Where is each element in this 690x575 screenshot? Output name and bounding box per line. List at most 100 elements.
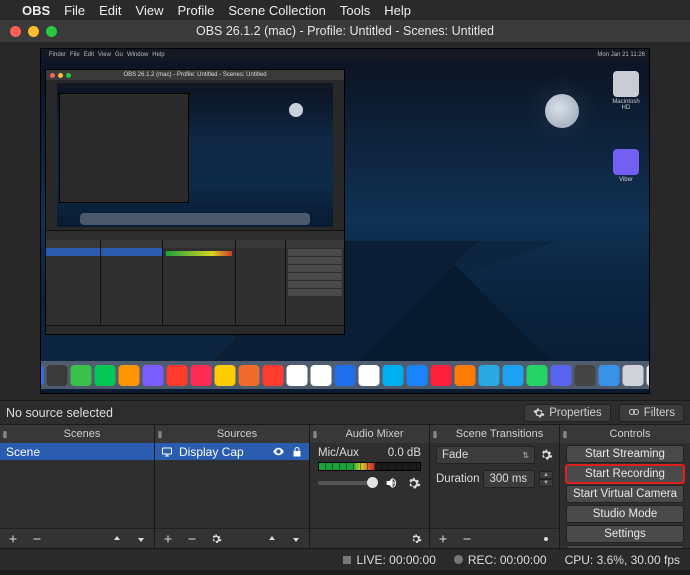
menu-file[interactable]: File [64, 3, 85, 18]
control-start-streaming-button[interactable]: Start Streaming [566, 445, 684, 463]
scenes-toolbar [0, 528, 154, 548]
gear-icon[interactable] [539, 448, 553, 462]
dock-app-icon [383, 365, 404, 386]
dock-app-icon [239, 365, 260, 386]
dock-app-icon [527, 365, 548, 386]
filters-button[interactable]: Filters [619, 404, 684, 422]
source-settings-button[interactable] [207, 530, 225, 548]
mixer-toolbar [310, 528, 429, 548]
sources-toolbar [155, 528, 309, 548]
scene-item-label: Scene [6, 445, 40, 459]
dock-app-icon [455, 365, 476, 386]
duration-field[interactable]: 300 ms [483, 470, 535, 488]
dock-app-icon [47, 365, 68, 386]
captured-menu-item: File [70, 52, 80, 58]
zoom-icon[interactable] [46, 26, 57, 37]
grip-icon[interactable]: ▮ [430, 429, 440, 440]
lock-icon[interactable] [291, 446, 303, 458]
dock-app-icon [143, 365, 164, 386]
add-scene-button[interactable] [4, 530, 22, 548]
dock-app-icon [575, 365, 596, 386]
source-item-label: Display Cap [179, 445, 244, 459]
channel-name: Mic/Aux [318, 447, 359, 459]
chevron-updown-icon: ⇅ [522, 451, 529, 460]
scenes-panel: ▮Scenes Scene [0, 425, 155, 548]
dock-app-icon [359, 365, 380, 386]
controls-panel: ▮Controls Start Streaming Start Recording… [560, 425, 690, 548]
nested-window-title: OBS 26.1.2 (mac) - Profile: Untitled - S… [46, 72, 344, 78]
move-down-button[interactable] [287, 530, 305, 548]
move-down-button[interactable] [132, 530, 150, 548]
dock-app-icon [335, 365, 356, 386]
grip-icon[interactable]: ▮ [310, 429, 320, 440]
minimize-icon[interactable] [28, 26, 39, 37]
speaker-icon[interactable] [384, 475, 400, 491]
move-up-button[interactable] [263, 530, 281, 548]
duration-stepper[interactable]: ▲▼ [539, 471, 553, 487]
status-bar: LIVE: 00:00:00 REC: 00:00:00 CPU: 3.6%, … [0, 548, 690, 570]
eye-icon[interactable] [272, 445, 285, 458]
controls-title: Controls [570, 428, 690, 440]
control-studio-mode-button[interactable]: Studio Mode [566, 505, 684, 523]
captured-menu-item: Edit [84, 52, 94, 58]
close-icon[interactable] [10, 26, 21, 37]
square-icon [343, 556, 351, 564]
volume-slider[interactable] [318, 481, 378, 485]
gear-icon[interactable] [406, 476, 421, 491]
dock-app-icon [647, 365, 651, 386]
menu-tools[interactable]: Tools [340, 3, 370, 18]
mixer-settings-button[interactable] [407, 530, 425, 548]
dock-app-icon [311, 365, 332, 386]
status-rec: REC: 00:00:00 [454, 553, 547, 567]
dock-app-icon [95, 365, 116, 386]
dock-app-icon [191, 365, 212, 386]
remove-source-button[interactable] [183, 530, 201, 548]
filters-label: Filters [644, 407, 675, 419]
control-exit-button[interactable]: Exit [566, 545, 684, 548]
dock-app-icon [431, 365, 452, 386]
captured-clock: Mon Jan 21 11:26 [597, 52, 645, 58]
no-source-label: No source selected [6, 406, 113, 420]
traffic-lights [0, 26, 57, 37]
transition-settings-button[interactable] [537, 530, 555, 548]
grip-icon[interactable]: ▮ [155, 429, 165, 440]
scene-item[interactable]: Scene [0, 443, 154, 460]
menu-view[interactable]: View [136, 3, 164, 18]
captured-menu-item: View [98, 52, 111, 58]
control-start-virtual-camera-button[interactable]: Start Virtual Camera [566, 485, 684, 503]
docks-row: ▮Scenes Scene ▮Sources Display Cap [0, 424, 690, 548]
control-settings-button[interactable]: Settings [566, 525, 684, 543]
remove-transition-button[interactable] [458, 530, 476, 548]
properties-button[interactable]: Properties [524, 404, 610, 422]
menu-help[interactable]: Help [384, 3, 411, 18]
menu-obs[interactable]: OBS [22, 3, 50, 18]
gear-icon [533, 407, 545, 419]
slider-thumb[interactable] [367, 477, 378, 488]
transitions-title: Scene Transitions [440, 428, 559, 440]
add-source-button[interactable] [159, 530, 177, 548]
transition-select[interactable]: Fade ⇅ [436, 446, 535, 464]
menu-profile[interactable]: Profile [177, 3, 214, 18]
menu-scene-collection[interactable]: Scene Collection [228, 3, 326, 18]
add-transition-button[interactable] [434, 530, 452, 548]
grip-icon[interactable]: ▮ [0, 429, 10, 440]
dock-app-icon [71, 365, 92, 386]
source-item[interactable]: Display Cap [155, 443, 309, 460]
dock-app-icon [503, 365, 524, 386]
captured-mac-menubar: Finder File Edit View Go Window Help Mon… [41, 49, 649, 61]
dock-app-icon [40, 365, 44, 386]
menu-edit[interactable]: Edit [99, 3, 121, 18]
duration-label: Duration [436, 473, 479, 485]
status-cpu: CPU: 3.6%, 30.00 fps [565, 553, 680, 567]
grip-icon[interactable]: ▮ [560, 429, 570, 440]
sources-title: Sources [165, 428, 309, 440]
sources-panel: ▮Sources Display Cap [155, 425, 310, 548]
move-up-button[interactable] [108, 530, 126, 548]
preview-canvas[interactable]: Finder File Edit View Go Window Help Mon… [40, 48, 650, 394]
preview-area[interactable]: Finder File Edit View Go Window Help Mon… [0, 42, 690, 400]
transition-type-label: Fade [442, 449, 468, 461]
captured-menu-item: Finder [49, 52, 66, 58]
duration-value: 300 ms [489, 473, 527, 485]
remove-scene-button[interactable] [28, 530, 46, 548]
control-start-recording-button[interactable]: Start Recording [566, 465, 684, 483]
